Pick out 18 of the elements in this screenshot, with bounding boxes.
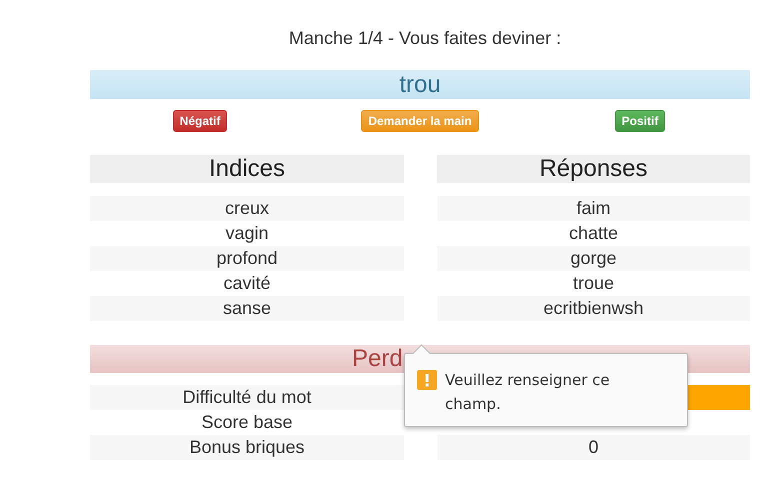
- vote-button[interactable]: Positif: [614, 110, 666, 132]
- warning-icon: [417, 370, 437, 390]
- word-banner: trou: [90, 70, 750, 99]
- clue-cell: creux: [90, 196, 404, 221]
- stat-label: Bonus briques: [90, 435, 404, 460]
- answer-cell: ecritbienwsh: [437, 296, 750, 321]
- clue-cell: profond: [90, 246, 404, 271]
- stat-label: Difficulté du mot: [90, 385, 404, 410]
- vote-button[interactable]: Demander la main: [361, 110, 479, 132]
- vote-button[interactable]: Négatif: [172, 110, 228, 132]
- clue-cell: sanse: [90, 296, 404, 321]
- answer-cell: faim: [437, 196, 750, 221]
- round-title: Manche 1/4 - Vous faites deviner :: [288, 27, 562, 50]
- stat-value: 0: [437, 435, 750, 460]
- clues-heading: Indices: [90, 155, 404, 183]
- answer-cell: gorge: [437, 246, 750, 271]
- tooltip-message: Veuillez renseigner ce champ.: [445, 370, 611, 415]
- answers-heading: Réponses: [437, 155, 750, 183]
